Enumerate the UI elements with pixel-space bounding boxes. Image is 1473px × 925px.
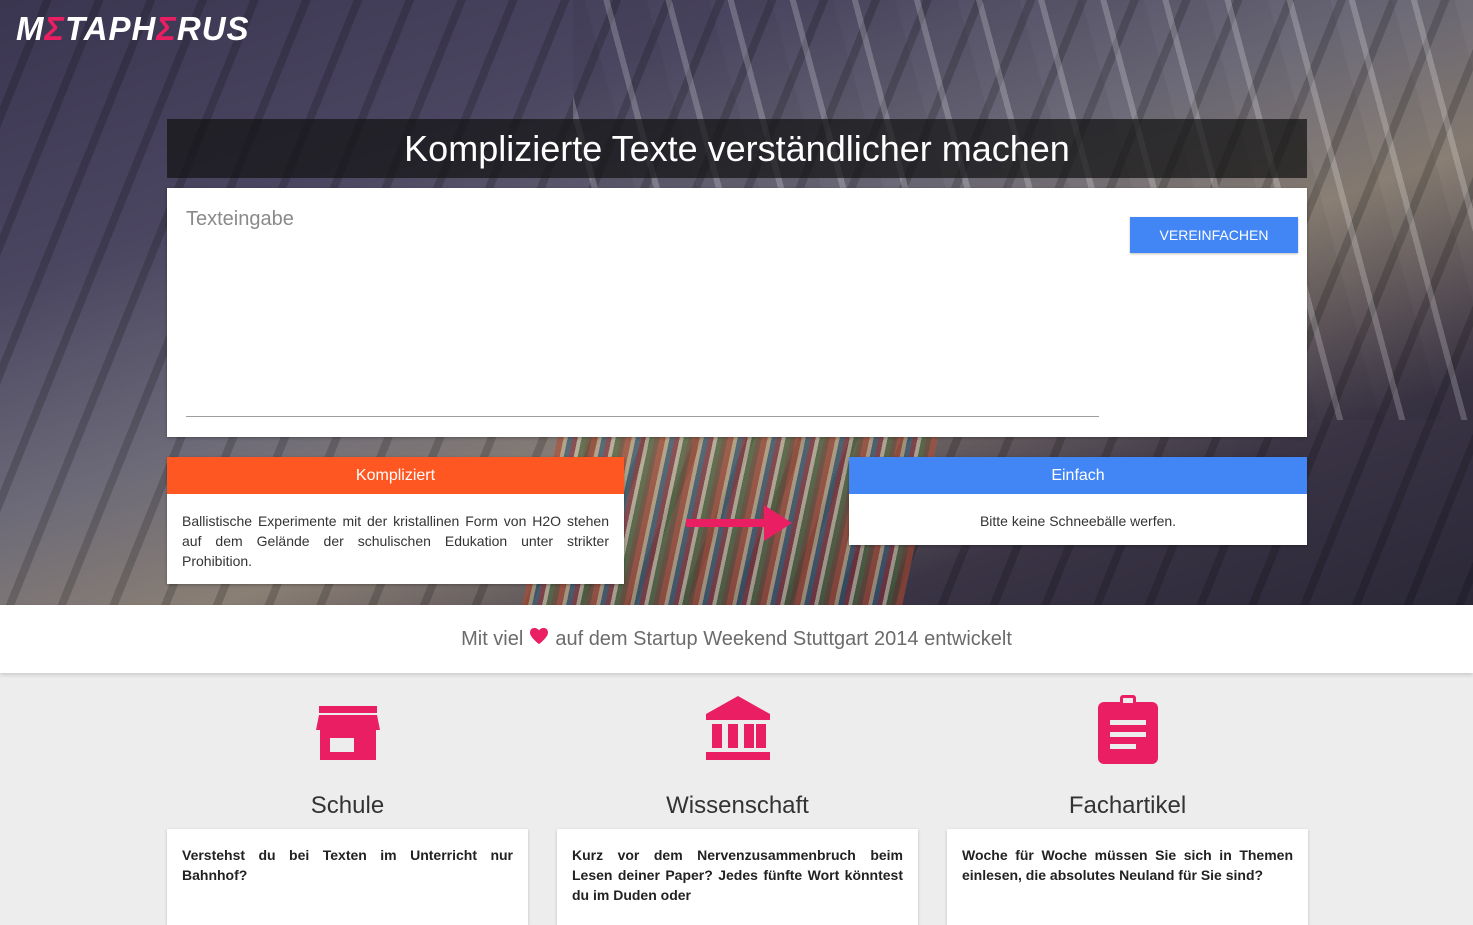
- logo-accent: Σ: [156, 10, 177, 47]
- complex-card-header: Kompliziert: [167, 457, 624, 494]
- feature-school: Schule Verstehst du bei Texten im Unterr…: [167, 690, 528, 925]
- input-card: VEREINFACHEN: [167, 188, 1307, 437]
- logo-part: TAPH: [64, 10, 157, 47]
- credit-text-before: Mit viel: [461, 628, 524, 650]
- feature-title: Wissenschaft: [666, 792, 809, 819]
- feature-science: Wissenschaft Kurz vor dem Nervenzusammen…: [557, 690, 918, 925]
- simple-card: Einfach Bitte keine Schneebälle werfen.: [849, 457, 1307, 545]
- feature-title: Fachartikel: [1068, 792, 1187, 819]
- heart-icon: [530, 627, 549, 644]
- feature-articles: Fachartikel Woche für Woche müssen Sie s…: [947, 690, 1308, 925]
- logo-part: RUS: [176, 10, 250, 47]
- simple-card-text: Bitte keine Schneebälle werfen.: [979, 513, 1177, 529]
- feature-text: Woche für Woche müssen Sie sich in Theme…: [947, 829, 1308, 925]
- feature-text: Verstehst du bei Texten im Unterricht nu…: [167, 829, 528, 925]
- logo[interactable]: MΣTAPHΣRUS: [16, 10, 250, 48]
- clipboard-icon: [1097, 695, 1158, 764]
- institution-icon: [705, 696, 770, 760]
- simple-card-header: Einfach: [849, 457, 1307, 494]
- credit-text-after: auf dem Startup Weekend Stuttgart 2014 e…: [555, 628, 1012, 650]
- page-title: Komplizierte Texte verständlicher machen: [167, 119, 1307, 178]
- feature-text: Kurz vor dem Nervenzusammenbruch beim Le…: [557, 829, 918, 925]
- store-icon: [315, 706, 380, 760]
- feature-title: Schule: [310, 792, 385, 819]
- logo-part: M: [16, 10, 45, 47]
- arrow-right-icon: [686, 505, 792, 541]
- text-input[interactable]: [186, 208, 1099, 417]
- credit-band: Mit viel auf dem Startup Weekend Stuttgar…: [0, 605, 1473, 673]
- simplify-button[interactable]: VEREINFACHEN: [1130, 217, 1298, 253]
- complex-card-text: Ballistische Experimente mit der kristal…: [182, 513, 609, 569]
- complex-card: Kompliziert Ballistische Experimente mit…: [167, 457, 624, 584]
- logo-accent: Σ: [44, 10, 65, 47]
